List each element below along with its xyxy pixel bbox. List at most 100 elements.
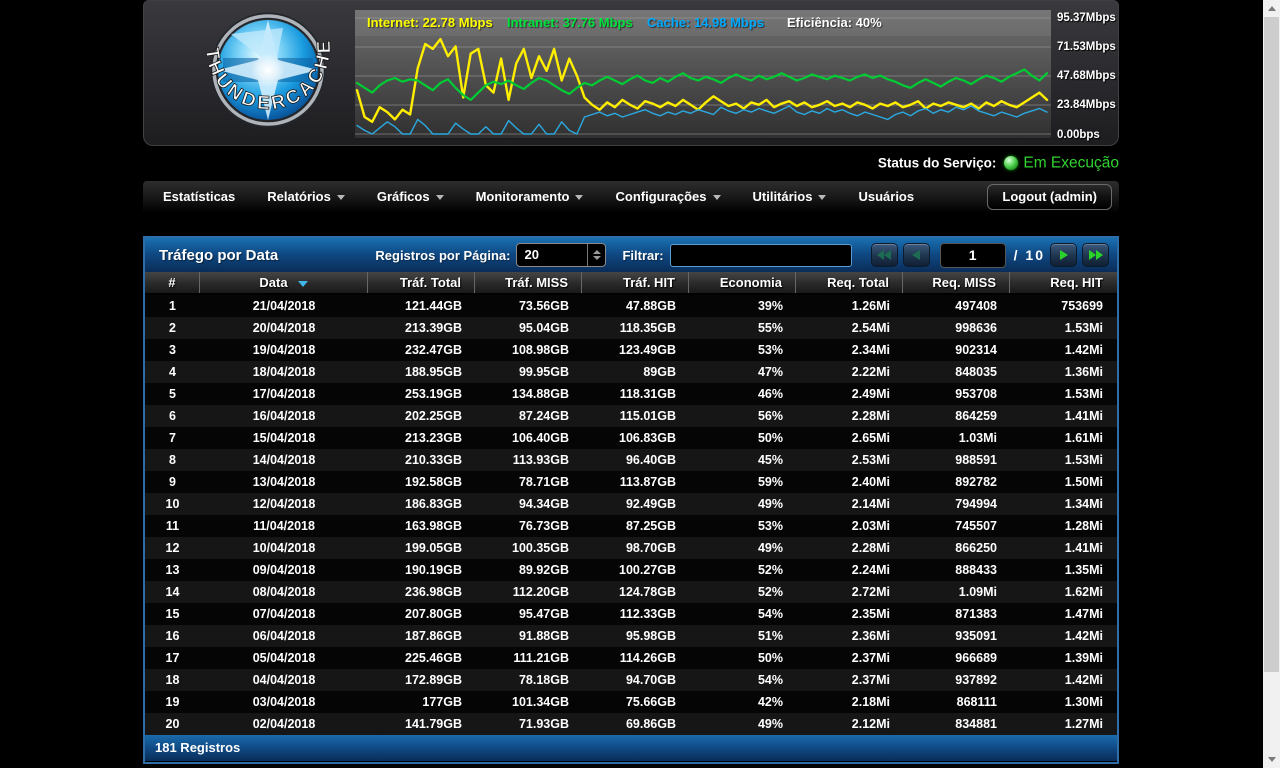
chevron-down-icon — [337, 195, 345, 200]
table-cell: 2.03Mi — [796, 515, 903, 537]
logout-button[interactable]: Logout (admin) — [987, 184, 1112, 210]
table-row: 121/04/2018121.44GB73.56GB47.88GB39%1.26… — [145, 295, 1117, 317]
table-cell: 50% — [689, 647, 796, 669]
record-count: 181 Registros — [155, 740, 240, 755]
col-header-traf-miss[interactable]: Tráf. MISS — [475, 272, 582, 293]
table-cell: 03/04/2018 — [200, 691, 368, 713]
table-cell: 45% — [689, 449, 796, 471]
nav-estatisticas[interactable]: Estatísticas — [147, 181, 251, 213]
table-cell: 05/04/2018 — [200, 647, 368, 669]
table-cell: 59% — [689, 471, 796, 493]
table-cell: 1.34Mi — [1010, 493, 1116, 515]
table-cell: 202.25GB — [368, 405, 475, 427]
col-header-economia[interactable]: Economia — [689, 272, 796, 293]
spinner-icon[interactable] — [587, 244, 605, 266]
table-cell: 112.33GB — [582, 603, 689, 625]
table-cell: 46% — [689, 383, 796, 405]
table-cell: 98.70GB — [582, 537, 689, 559]
nav-configuracoes[interactable]: Configurações — [599, 181, 736, 213]
col-header-traf-hit[interactable]: Tráf. HIT — [582, 272, 689, 293]
scroll-down-icon[interactable] — [1263, 751, 1280, 768]
table-row: 913/04/2018192.58GB78.71GB113.87GB59%2.4… — [145, 471, 1117, 493]
nav-monitoramento[interactable]: Monitoramento — [460, 181, 600, 213]
filter-input[interactable] — [670, 244, 852, 267]
table-cell: 753699 — [1010, 295, 1116, 317]
scrollbar-thumb[interactable] — [1264, 17, 1279, 672]
table-row: 1804/04/2018172.89GB78.18GB94.70GB54%2.3… — [145, 669, 1117, 691]
table-cell: 794994 — [903, 493, 1010, 515]
table-cell: 190.19GB — [368, 559, 475, 581]
table-cell: 113.93GB — [475, 449, 582, 471]
table-cell: 186.83GB — [368, 493, 475, 515]
col-header-req-miss[interactable]: Req. MISS — [903, 272, 1010, 293]
table-cell: 69.86GB — [582, 713, 689, 735]
table-cell: 935091 — [903, 625, 1010, 647]
table-cell: 16 — [145, 625, 200, 647]
table-cell: 213.23GB — [368, 427, 475, 449]
per-page-select[interactable]: 20 — [516, 243, 606, 267]
table-cell: 966689 — [903, 647, 1010, 669]
page-number-input[interactable] — [940, 243, 1006, 268]
nav-graficos[interactable]: Gráficos — [361, 181, 460, 213]
table-cell: 99.95GB — [475, 361, 582, 383]
table-cell: 15 — [145, 603, 200, 625]
table-cell: 1.53Mi — [1010, 449, 1116, 471]
table-cell: 8 — [145, 449, 200, 471]
table-cell: 75.66GB — [582, 691, 689, 713]
table-cell: 1.39Mi — [1010, 647, 1116, 669]
col-header-traf-total[interactable]: Tráf. Total — [368, 272, 475, 293]
table-cell: 902314 — [903, 339, 1010, 361]
first-page-button[interactable] — [871, 243, 898, 267]
table-cell: 210.33GB — [368, 449, 475, 471]
prev-page-button[interactable] — [903, 243, 930, 267]
table-footer: 181 Registros — [145, 735, 1117, 761]
table-cell: 2.37Mi — [796, 669, 903, 691]
table-cell: 187.86GB — [368, 625, 475, 647]
table-row: 2002/04/2018141.79GB71.93GB69.86GB49%2.1… — [145, 713, 1117, 735]
table-cell: 953708 — [903, 383, 1010, 405]
thundercache-logo: THUNDERCACHE — [171, 6, 366, 142]
table-cell: 1.42Mi — [1010, 669, 1116, 691]
table-cell: 118.35GB — [582, 317, 689, 339]
table-row: 220/04/2018213.39GB95.04GB118.35GB55%2.5… — [145, 317, 1117, 339]
last-page-button[interactable] — [1082, 243, 1109, 267]
table-cell: 78.18GB — [475, 669, 582, 691]
legend-intranet: Intranet: 37.76 Mbps — [507, 15, 633, 30]
table-cell: 3 — [145, 339, 200, 361]
table-cell: 7 — [145, 427, 200, 449]
nav-relatorios[interactable]: Relatórios — [251, 181, 361, 213]
table-cell: 848035 — [903, 361, 1010, 383]
table-cell: 1.50Mi — [1010, 471, 1116, 493]
table-cell: 888433 — [903, 559, 1010, 581]
table-cell: 6 — [145, 405, 200, 427]
col-header-req-total[interactable]: Req. Total — [796, 272, 903, 293]
table-row: 418/04/2018188.95GB99.95GB89GB47%2.22Mi8… — [145, 361, 1117, 383]
table-cell: 232.47GB — [368, 339, 475, 361]
nav-usuarios[interactable]: Usuários — [842, 181, 930, 213]
scroll-up-icon[interactable] — [1263, 0, 1280, 17]
chart-y-axis: 95.37Mbps 71.53Mbps 47.68Mbps 23.84Mbps … — [1055, 10, 1119, 142]
vertical-scrollbar[interactable] — [1263, 0, 1280, 768]
table-cell: 121.44GB — [368, 295, 475, 317]
filter-label: Filtrar: — [622, 248, 663, 263]
page-total: / 10 — [1014, 247, 1045, 263]
table-cell: 17/04/2018 — [200, 383, 368, 405]
col-header-data[interactable]: Data — [200, 272, 368, 293]
table-cell: 177GB — [368, 691, 475, 713]
table-cell: 16/04/2018 — [200, 405, 368, 427]
status-orb-icon — [1004, 156, 1018, 170]
col-header-req-hit[interactable]: Req. HIT — [1010, 272, 1116, 293]
table-cell: 253.19GB — [368, 383, 475, 405]
table-cell: 1.26Mi — [796, 295, 903, 317]
table-cell: 11/04/2018 — [200, 515, 368, 537]
next-page-button[interactable] — [1050, 243, 1077, 267]
table-cell: 87.25GB — [582, 515, 689, 537]
table-cell: 1.61Mi — [1010, 427, 1116, 449]
table-cell: 08/04/2018 — [200, 581, 368, 603]
table-cell: 13 — [145, 559, 200, 581]
table-cell: 106.40GB — [475, 427, 582, 449]
table-cell: 892782 — [903, 471, 1010, 493]
nav-utilitarios[interactable]: Utilitários — [737, 181, 843, 213]
col-header-index[interactable]: # — [145, 272, 200, 293]
table-cell: 52% — [689, 559, 796, 581]
